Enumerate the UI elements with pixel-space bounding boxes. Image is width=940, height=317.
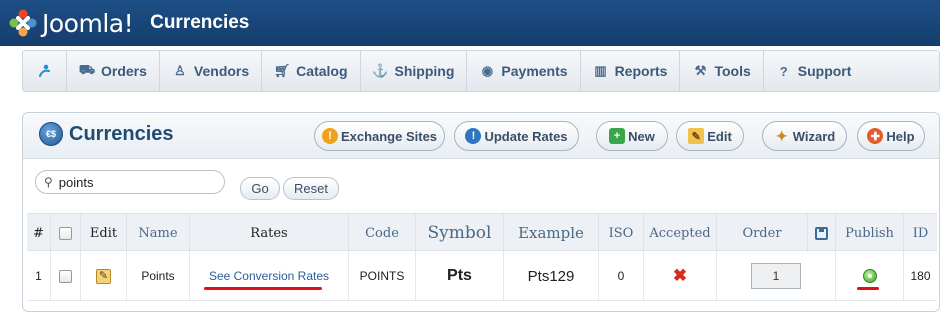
admin-header: Joomla! Currencies	[0, 0, 940, 46]
toolbar: €$ Currencies ! Exchange Sites ! Update …	[23, 113, 939, 159]
person-icon: ♙	[174, 63, 186, 78]
annotation-underline-rates	[204, 287, 322, 290]
currencies-panel: €$ Currencies ! Exchange Sites ! Update …	[22, 112, 940, 312]
row-accepted: ✖	[643, 251, 716, 301]
home-icon	[37, 63, 53, 79]
col-num: #	[33, 225, 44, 241]
exchange-sites-button[interactable]: ! Exchange Sites	[314, 121, 445, 151]
reset-button[interactable]: Reset	[283, 177, 339, 200]
col-publish[interactable]: Publish	[835, 214, 903, 252]
col-select-all[interactable]	[50, 214, 80, 252]
see-conversion-rates-link[interactable]: See Conversion Rates	[209, 269, 329, 283]
update-rates-button[interactable]: ! Update Rates	[454, 121, 579, 151]
cart-icon: 🛒︎	[273, 63, 291, 78]
col-symbol[interactable]: Symbol	[415, 214, 503, 252]
col-iso[interactable]: ISO	[598, 214, 643, 252]
row-publish	[835, 251, 903, 301]
save-icon[interactable]	[815, 226, 828, 240]
wizard-button[interactable]: ✦ Wizard	[762, 121, 847, 151]
row-select[interactable]	[50, 251, 80, 301]
menu-item-catalog[interactable]: 🛒︎ Catalog	[262, 51, 361, 91]
question-icon: ?	[779, 63, 788, 79]
exclamation-icon: !	[465, 128, 482, 144]
row-iso: 0	[598, 251, 643, 301]
joomla-logo[interactable]: Joomla!	[8, 8, 134, 38]
coin-icon: ◉	[481, 63, 494, 78]
table-row: 1 ✎ Points See Conversion Rates POINTS P…	[27, 251, 937, 301]
menu-item-payments[interactable]: ◉ Payments	[467, 51, 581, 91]
plus-icon: +	[609, 128, 626, 144]
row-name: Points	[126, 251, 189, 301]
new-button[interactable]: + New	[596, 121, 668, 151]
main-menu: ⛟ Orders ♙ Vendors 🛒︎ Catalog ⚓ Shipping…	[22, 50, 940, 92]
exclamation-icon: !	[321, 128, 338, 144]
chart-icon: ▥	[594, 63, 607, 78]
magic-wand-icon: ✦	[775, 127, 788, 144]
menu-item-reports[interactable]: ▥ Reports	[581, 51, 681, 91]
col-edit: Edit	[80, 214, 126, 252]
menu-label: Support	[797, 63, 852, 79]
search-icon: ⚲	[44, 175, 53, 189]
button-label: Edit	[707, 128, 732, 144]
ship-icon: ⚓	[372, 63, 389, 78]
page-title-text: Currencies	[69, 122, 174, 145]
search-field[interactable]: ⚲	[35, 170, 225, 194]
menu-label: Reports	[614, 63, 668, 79]
row-edit[interactable]: ✎	[80, 251, 126, 301]
menu-label: Payments	[501, 63, 568, 79]
edit-pencil-icon[interactable]: ✎	[96, 268, 111, 284]
row-symbol: Pts	[415, 251, 503, 301]
col-id[interactable]: ID	[903, 214, 937, 252]
menu-label: Catalog	[296, 63, 348, 79]
table-header: # Edit Name Rates Code Symbol Example IS…	[27, 213, 937, 252]
edit-button[interactable]: ✎ Edit	[676, 121, 744, 151]
row-order	[716, 251, 835, 301]
row-checkbox[interactable]	[59, 269, 72, 283]
menu-item-tools[interactable]: ⚒ Tools	[680, 51, 764, 91]
row-rates: See Conversion Rates	[189, 251, 348, 301]
row-id: 180	[903, 251, 937, 301]
row-code: POINTS	[348, 251, 415, 301]
col-accepted[interactable]: Accepted	[643, 214, 716, 252]
menu-label: Vendors	[193, 63, 250, 79]
button-label: Help	[886, 128, 915, 144]
pencil-icon: ✎	[688, 128, 705, 144]
menu-label: Shipping	[394, 63, 455, 79]
col-example[interactable]: Example	[503, 214, 598, 252]
col-save-order[interactable]	[807, 214, 835, 252]
order-input[interactable]	[751, 263, 801, 289]
header-title: Currencies	[150, 12, 250, 33]
row-num: 1	[35, 269, 42, 283]
col-rates: Rates	[189, 214, 348, 252]
button-label: Exchange Sites	[340, 128, 438, 144]
col-name[interactable]: Name	[126, 214, 189, 252]
logo-text: Joomla!	[42, 8, 134, 38]
button-label: New	[628, 128, 655, 144]
tools-icon: ⚒	[694, 63, 707, 78]
search-input[interactable]	[56, 173, 207, 191]
annotation-underline-publish	[857, 287, 879, 290]
not-accepted-x-icon[interactable]: ✖	[673, 266, 687, 286]
published-status-icon[interactable]	[862, 269, 877, 283]
button-label: Update Rates	[484, 128, 568, 144]
select-all-checkbox[interactable]	[59, 226, 72, 240]
col-code[interactable]: Code	[348, 214, 415, 252]
lifebuoy-icon: ✚	[867, 128, 884, 144]
menu-item-vendors[interactable]: ♙ Vendors	[160, 51, 263, 91]
page-title: €$ Currencies	[39, 122, 174, 146]
row-example: Pts129	[503, 251, 598, 301]
help-button[interactable]: ✚ Help	[857, 121, 925, 151]
menu-item-shipping[interactable]: ⚓ Shipping	[361, 51, 468, 91]
truck-icon: ⛟	[78, 62, 96, 77]
currency-exchange-icon: €$	[39, 122, 63, 146]
menu-item-orders[interactable]: ⛟ Orders	[67, 51, 160, 91]
button-label: Wizard	[792, 128, 836, 144]
menu-item-support[interactable]: ? Support	[764, 51, 864, 91]
menu-home[interactable]	[23, 51, 67, 91]
menu-label: Tools	[714, 63, 751, 79]
joomla-logo-icon	[8, 8, 38, 38]
menu-label: Orders	[101, 63, 147, 79]
go-button[interactable]: Go	[240, 177, 280, 200]
col-order[interactable]: Order	[716, 214, 807, 252]
